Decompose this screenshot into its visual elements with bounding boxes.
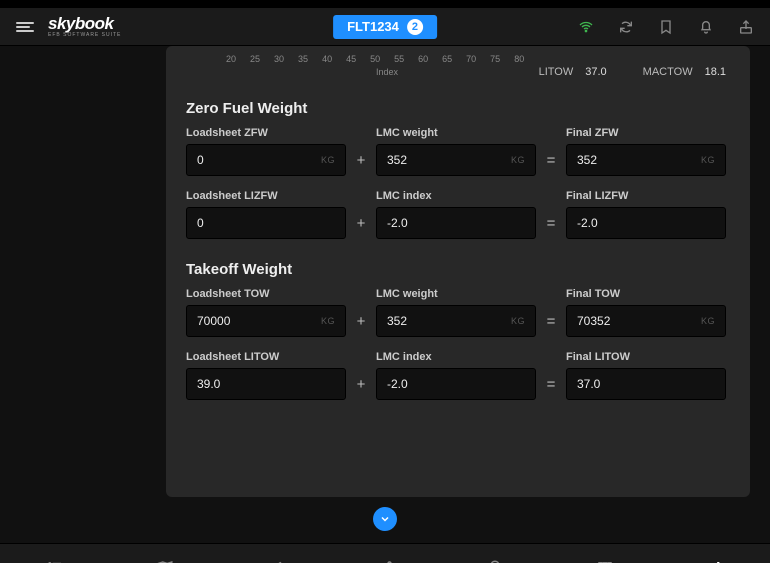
- label: LMC index: [376, 190, 536, 202]
- label: Loadsheet ZFW: [186, 127, 346, 139]
- label: Final ZFW: [566, 127, 726, 139]
- wifi-icon[interactable]: [578, 19, 594, 35]
- input-loadsheet-lizfw[interactable]: 0: [186, 207, 346, 239]
- flight-notif-badge: 2: [407, 19, 423, 35]
- app-header: skybook EFB SOFTWARE SUITE FLT1234 2: [0, 8, 770, 46]
- input-loadsheet-tow[interactable]: 70000KG: [186, 305, 346, 337]
- section-title-zfw: Zero Fuel Weight: [186, 100, 730, 117]
- field-loadsheet-litow: Loadsheet LITOW 39.0: [186, 351, 346, 400]
- label: Loadsheet LIZFW: [186, 190, 346, 202]
- map-icon: [155, 559, 175, 563]
- nav-summary[interactable]: SUMMARY: [0, 544, 110, 563]
- chart-axis-strip: 20 25 30 35 40 45 50 55 60 65 70 75 80 I…: [186, 52, 730, 78]
- device-statusbar: [0, 0, 770, 8]
- list-icon: [45, 559, 65, 563]
- field-lmc-index-zfw: LMC index -2.0: [376, 190, 536, 239]
- main-stage: 20 25 30 35 40 45 50 55 60 65 70 75 80 I…: [0, 46, 770, 497]
- bottom-nav: SUMMARY BRIEFING PRE-FLIGHT IN-FLIGHT PO…: [0, 543, 770, 563]
- left-gutter: [0, 46, 166, 497]
- field-lmc-index-tow: LMC index -2.0: [376, 351, 536, 400]
- zfw-row-1: Loadsheet ZFW 0KG + LMC weight 352KG = F…: [186, 127, 730, 176]
- field-final-lizfw: Final LIZFW -2.0: [566, 190, 726, 239]
- share-icon[interactable]: [738, 19, 754, 35]
- readout-mactow: MACTOW 18.1: [643, 66, 726, 78]
- app-logo: skybook EFB SOFTWARE SUITE: [48, 15, 121, 38]
- collapse-button[interactable]: [373, 507, 397, 531]
- logo-subtext: EFB SOFTWARE SUITE: [48, 33, 121, 38]
- library-icon: [595, 559, 615, 563]
- landing-icon: [485, 559, 505, 563]
- flight-id: FLT1234: [347, 19, 399, 34]
- header-actions: [578, 19, 754, 35]
- field-final-tow: Final TOW 70352KG: [566, 288, 726, 337]
- plus-icon: +: [352, 207, 370, 239]
- input-loadsheet-litow[interactable]: 39.0: [186, 368, 346, 400]
- tools-icon: +-=: [705, 559, 725, 563]
- zfw-row-2: Loadsheet LIZFW 0 + LMC index -2.0 = Fin…: [186, 190, 730, 239]
- tow-row-1: Loadsheet TOW 70000KG + LMC weight 352KG…: [186, 288, 730, 337]
- equals-icon: =: [542, 368, 560, 400]
- label: Final TOW: [566, 288, 726, 300]
- input-lmc-weight-tow[interactable]: 352KG: [376, 305, 536, 337]
- nav-inflight[interactable]: IN-FLIGHT: [330, 544, 440, 563]
- input-lmc-index-zfw[interactable]: -2.0: [376, 207, 536, 239]
- input-loadsheet-zfw[interactable]: 0KG: [186, 144, 346, 176]
- equals-icon: =: [542, 305, 560, 337]
- plus-icon: +: [352, 144, 370, 176]
- field-loadsheet-tow: Loadsheet TOW 70000KG: [186, 288, 346, 337]
- nav-library[interactable]: LIBRARY: [550, 544, 660, 563]
- logo-text: skybook: [48, 15, 121, 32]
- chart-ticks: 20 25 30 35 40 45 50 55 60 65 70 75 80: [226, 54, 524, 64]
- input-lmc-weight-zfw[interactable]: 352KG: [376, 144, 536, 176]
- field-lmc-weight-tow: LMC weight 352KG: [376, 288, 536, 337]
- output-final-zfw: 352KG: [566, 144, 726, 176]
- field-loadsheet-zfw: Loadsheet ZFW 0KG: [186, 127, 346, 176]
- field-final-litow: Final LITOW 37.0: [566, 351, 726, 400]
- label: LMC index: [376, 351, 536, 363]
- chart-axis-label: Index: [376, 67, 398, 77]
- equals-icon: =: [542, 144, 560, 176]
- take-off-icon: [265, 559, 285, 563]
- label: Loadsheet LITOW: [186, 351, 346, 363]
- input-lmc-index-tow[interactable]: -2.0: [376, 368, 536, 400]
- equals-icon: =: [542, 207, 560, 239]
- content-card: 20 25 30 35 40 45 50 55 60 65 70 75 80 I…: [166, 46, 750, 497]
- tow-row-2: Loadsheet LITOW 39.0 + LMC index -2.0 = …: [186, 351, 730, 400]
- field-lmc-weight-zfw: LMC weight 352KG: [376, 127, 536, 176]
- refresh-icon[interactable]: [618, 19, 634, 35]
- route-icon: [375, 559, 395, 563]
- nav-preflight[interactable]: PRE-FLIGHT: [220, 544, 330, 563]
- bell-icon[interactable]: [698, 19, 714, 35]
- label: LMC weight: [376, 288, 536, 300]
- plus-icon: +: [352, 368, 370, 400]
- field-loadsheet-lizfw: Loadsheet LIZFW 0: [186, 190, 346, 239]
- output-final-lizfw: -2.0: [566, 207, 726, 239]
- chart-readouts: LITOW 37.0 MACTOW 18.1: [539, 66, 726, 78]
- readout-litow: LITOW 37.0: [539, 66, 607, 78]
- nav-briefing[interactable]: BRIEFING: [110, 544, 220, 563]
- label: LMC weight: [376, 127, 536, 139]
- section-title-tow: Takeoff Weight: [186, 261, 730, 278]
- nav-tools[interactable]: +-= TOOLS: [660, 544, 770, 563]
- flight-selector[interactable]: FLT1234 2: [333, 15, 437, 39]
- label: Final LIZFW: [566, 190, 726, 202]
- output-final-litow: 37.0: [566, 368, 726, 400]
- field-final-zfw: Final ZFW 352KG: [566, 127, 726, 176]
- menu-icon[interactable]: [16, 20, 34, 34]
- output-final-tow: 70352KG: [566, 305, 726, 337]
- label: Loadsheet TOW: [186, 288, 346, 300]
- bookmark-icon[interactable]: [658, 19, 674, 35]
- plus-icon: +: [352, 305, 370, 337]
- collapse-wrap: [0, 497, 770, 543]
- nav-postflight[interactable]: POST-FLIGHT: [440, 544, 550, 563]
- label: Final LITOW: [566, 351, 726, 363]
